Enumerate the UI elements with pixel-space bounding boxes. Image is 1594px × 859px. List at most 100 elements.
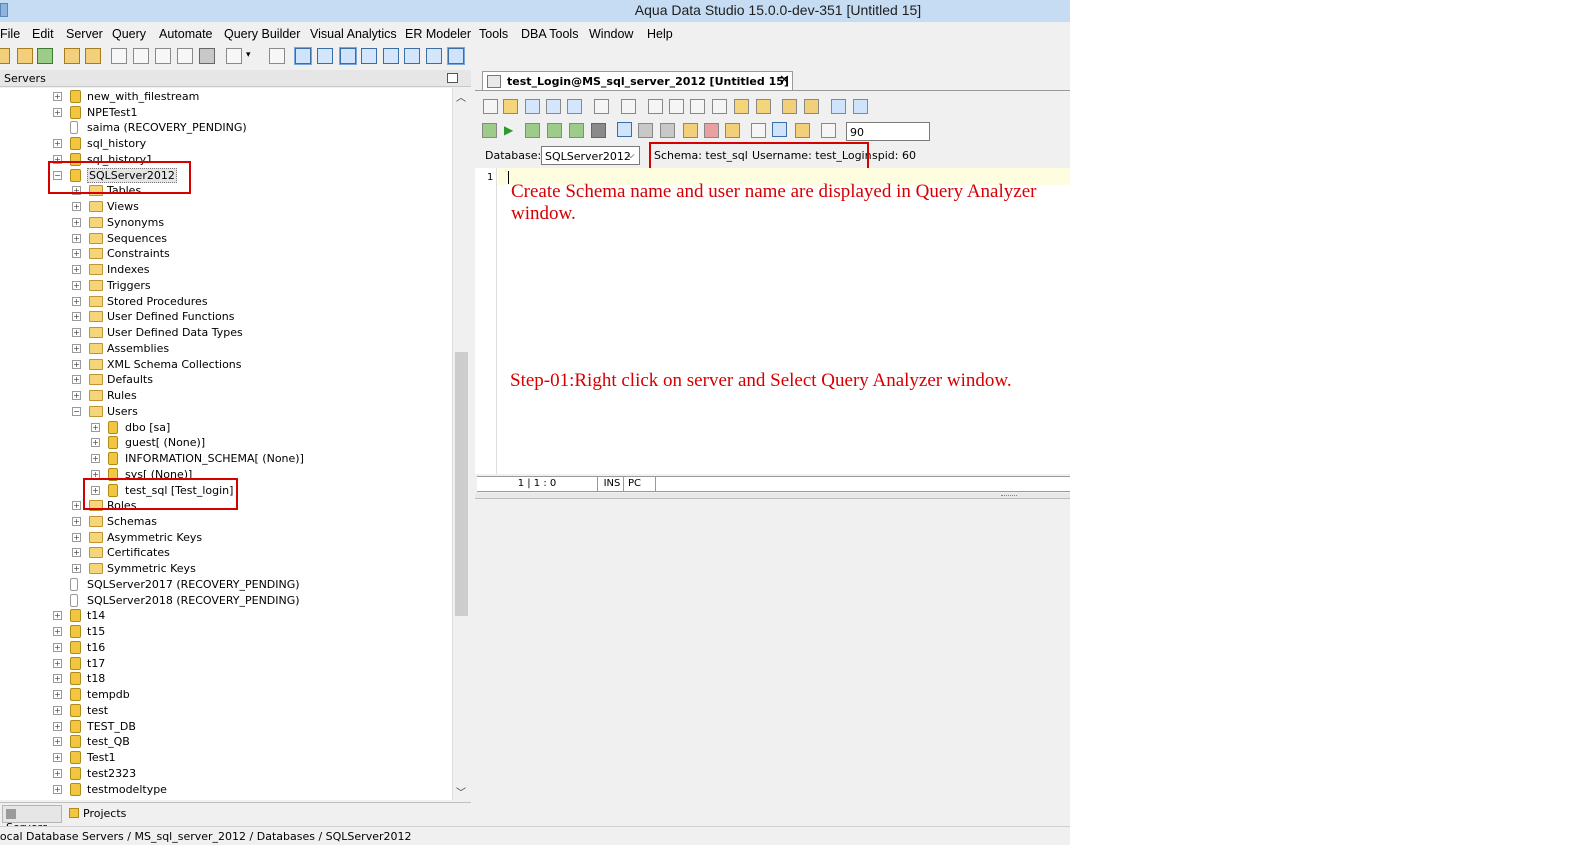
register-server-icon[interactable] <box>0 48 10 64</box>
paste-icon[interactable] <box>712 99 727 114</box>
menu-tools[interactable]: Tools <box>479 27 508 41</box>
menu-edit[interactable]: Edit <box>32 27 54 41</box>
close-tab-icon[interactable]: ✕ <box>779 73 790 88</box>
tree-item[interactable]: + Rules <box>0 388 452 404</box>
undo-icon[interactable] <box>734 99 749 114</box>
expand-icon[interactable]: + <box>53 674 62 684</box>
history-icon[interactable] <box>683 123 698 138</box>
expand-icon[interactable]: + <box>72 343 81 353</box>
execute-step-icon[interactable] <box>525 123 540 138</box>
expand-icon[interactable]: + <box>72 217 81 227</box>
scroll-down-icon[interactable]: ﹀ <box>456 784 466 799</box>
results-tabs-icon[interactable] <box>795 123 810 138</box>
tree-item[interactable]: + User Defined Functions <box>0 309 452 325</box>
wrench-icon[interactable] <box>64 48 80 64</box>
expand-icon[interactable]: + <box>53 627 62 637</box>
compare-icon[interactable] <box>177 48 193 64</box>
tree-item[interactable]: + test2323 <box>0 766 452 782</box>
expand-icon[interactable]: + <box>72 501 81 511</box>
explain-plan-icon[interactable] <box>569 123 584 138</box>
tree-item[interactable]: + Triggers <box>0 278 452 294</box>
database-select[interactable]: SQLServer2012 ⌵ <box>541 146 640 165</box>
tab-servers[interactable]: Servers <box>2 805 62 834</box>
tree-item[interactable]: + t17 <box>0 656 452 672</box>
expand-icon[interactable]: + <box>53 658 62 668</box>
tree-item[interactable]: + dbo [sa] <box>0 420 452 436</box>
tree-item[interactable]: + guest[ (None)] <box>0 435 452 451</box>
select-all-icon[interactable] <box>648 99 663 114</box>
tree-item[interactable]: + Sequences <box>0 231 452 247</box>
expand-icon[interactable]: + <box>72 564 81 574</box>
layout-7-icon[interactable] <box>447 47 465 65</box>
menu-automate[interactable]: Automate <box>159 27 213 41</box>
tree-item[interactable]: + XML Schema Collections <box>0 357 452 373</box>
expand-icon[interactable]: + <box>53 92 62 101</box>
expand-icon[interactable]: + <box>72 280 81 290</box>
export-icon[interactable] <box>725 123 740 138</box>
splitter-grip[interactable] <box>1001 495 1017 497</box>
expand-icon[interactable]: + <box>53 705 62 715</box>
expand-icon[interactable]: + <box>53 737 62 747</box>
expand-icon[interactable]: + <box>72 328 81 338</box>
expand-icon[interactable]: + <box>91 438 100 448</box>
tree-item[interactable]: SQLServer2018 (RECOVERY_PENDING) <box>0 593 452 609</box>
query-analyzer-icon[interactable] <box>111 48 127 64</box>
expand-icon[interactable]: + <box>72 532 81 542</box>
tree-item[interactable]: + test_QB <box>0 734 452 750</box>
tree-item[interactable]: SQLServer2017 (RECOVERY_PENDING) <box>0 577 452 593</box>
tree-scrollbar[interactable]: ︿ ﹀ <box>453 88 470 800</box>
menu-query[interactable]: Query <box>112 27 146 41</box>
expand-icon[interactable]: + <box>72 233 81 243</box>
rollback-icon[interactable] <box>660 123 675 138</box>
grid-icon[interactable] <box>361 48 377 64</box>
expand-icon[interactable]: + <box>91 422 100 432</box>
tree-item[interactable]: + t18 <box>0 671 452 687</box>
save-icon[interactable] <box>525 99 540 114</box>
tree-item[interactable]: + sql_history <box>0 136 452 152</box>
translate-icon[interactable] <box>853 99 868 114</box>
tree-item[interactable]: + t16 <box>0 640 452 656</box>
max-rows-input[interactable]: 90 <box>846 122 930 141</box>
expand-icon[interactable]: + <box>72 296 81 306</box>
dropdown-arrow-icon[interactable]: ▾ <box>246 50 262 66</box>
tree-item[interactable]: + testmodeltype <box>0 782 452 798</box>
document-icon[interactable] <box>226 48 242 64</box>
tree-item[interactable]: + Symmetric Keys <box>0 561 452 577</box>
menu-window[interactable]: Window <box>589 27 633 41</box>
save-as-icon[interactable] <box>546 99 561 114</box>
menu-server[interactable]: Server <box>66 27 103 41</box>
tree-item[interactable]: + t14 <box>0 608 452 624</box>
expand-icon[interactable]: + <box>72 265 81 275</box>
expand-icon[interactable]: + <box>91 454 100 464</box>
tree-item[interactable]: + Assemblies <box>0 341 452 357</box>
tree-item[interactable]: + User Defined Data Types <box>0 325 452 341</box>
redo-icon[interactable] <box>756 99 771 114</box>
print-query-icon[interactable] <box>594 99 609 114</box>
print-icon[interactable] <box>269 48 285 64</box>
tree-item[interactable]: + new_with_filestream <box>0 89 452 105</box>
gears-icon[interactable] <box>85 48 101 64</box>
tree-item[interactable]: + Asymmetric Keys <box>0 530 452 546</box>
tree-item[interactable]: + Defaults <box>0 372 452 388</box>
auto-commit-icon[interactable] <box>617 122 632 137</box>
layout-3-icon[interactable] <box>339 47 357 65</box>
tree-item[interactable]: + t15 <box>0 624 452 640</box>
tree-item[interactable]: + tempdb <box>0 687 452 703</box>
copy-icon[interactable] <box>690 99 705 114</box>
expand-icon[interactable]: + <box>53 768 62 778</box>
expand-icon[interactable]: + <box>72 202 81 212</box>
tree-item[interactable]: + NPETest1 <box>0 105 452 121</box>
tree-item[interactable]: + Indexes <box>0 262 452 278</box>
schema-script-icon[interactable] <box>133 48 149 64</box>
tree-item[interactable]: + Constraints <box>0 246 452 262</box>
menu-file[interactable]: File <box>0 27 20 41</box>
layout-2-icon[interactable] <box>317 48 333 64</box>
expand-icon[interactable]: + <box>72 391 81 401</box>
tree-item[interactable]: saima (RECOVERY_PENDING) <box>0 120 452 136</box>
expand-icon[interactable]: + <box>53 107 62 117</box>
expand-icon[interactable]: + <box>53 721 62 731</box>
expand-icon[interactable]: + <box>72 312 81 322</box>
layout-4-icon[interactable] <box>383 48 399 64</box>
tree-item[interactable]: + Test1 <box>0 750 452 766</box>
execute-icon[interactable]: ▶ <box>504 123 519 138</box>
